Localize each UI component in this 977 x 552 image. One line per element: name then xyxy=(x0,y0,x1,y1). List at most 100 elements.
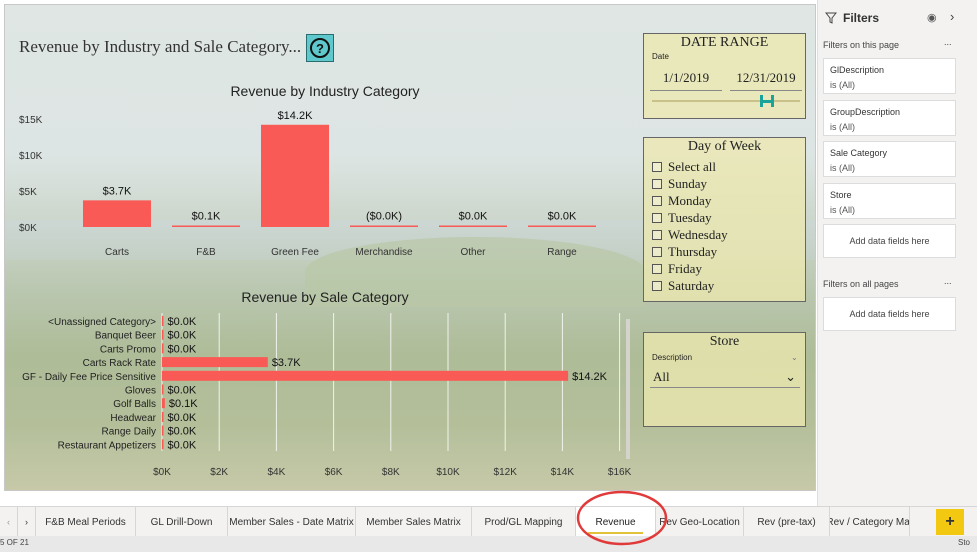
checkbox-icon[interactable] xyxy=(652,161,662,172)
day-of-week-label: Sunday xyxy=(668,175,707,191)
date-label: Date xyxy=(652,52,669,61)
report-canvas: Revenue by Industry and Sale Category...… xyxy=(4,4,816,491)
add-fields-all-pages[interactable]: Add data fields here xyxy=(823,297,956,331)
day-of-week-option[interactable]: Wednesday xyxy=(644,226,728,243)
sale-category-data-label: $0.0K xyxy=(168,316,197,328)
filter-card-value: is (All) xyxy=(830,121,855,132)
add-fields-page[interactable]: Add data fields here xyxy=(823,224,956,258)
eye-icon[interactable]: ◉ xyxy=(927,11,937,24)
sale-category-bar[interactable] xyxy=(162,439,164,450)
chart-scrollbar[interactable] xyxy=(626,319,630,459)
day-of-week-label: Friday xyxy=(668,260,702,276)
filter-card[interactable]: GlDescription is (All) xyxy=(823,58,956,94)
sale-category-bar[interactable] xyxy=(162,343,164,354)
filter-card-name: GlDescription xyxy=(830,65,885,75)
day-of-week-option[interactable]: Select all xyxy=(644,158,728,175)
industry-bar[interactable] xyxy=(83,200,151,227)
day-of-week-slicer: Day of Week Select all Sunday Monday Tuesda… xyxy=(643,137,806,302)
sale-category-data-label: $0.0K xyxy=(168,439,197,451)
industry-bar[interactable] xyxy=(350,225,418,228)
sale-category-bar[interactable] xyxy=(162,370,569,381)
sale-category-bar[interactable] xyxy=(162,425,164,436)
industry-data-label: $0.0K xyxy=(548,211,577,223)
page-tab[interactable]: F&B Meal Periods xyxy=(36,507,136,537)
day-of-week-label: Wednesday xyxy=(668,226,728,242)
end-date-input[interactable]: 12/31/2019 xyxy=(730,66,802,91)
industry-bar[interactable] xyxy=(261,124,329,227)
more-options-icon[interactable]: ... xyxy=(944,276,952,286)
page-tab[interactable]: Member Sales - Date Matrix xyxy=(228,507,356,537)
tab-revenue-active[interactable]: Revenue xyxy=(576,507,656,537)
y-tick-label: $15K xyxy=(19,115,43,126)
day-of-week-label: Monday xyxy=(668,192,712,208)
filter-card[interactable]: Store is (All) xyxy=(823,182,956,219)
industry-category-label: Other xyxy=(460,247,486,258)
filter-card-value: is (All) xyxy=(830,204,855,215)
start-date-input[interactable]: 1/1/2019 xyxy=(650,66,722,91)
industry-category-label: Carts xyxy=(105,247,129,258)
scroll-right-icon[interactable]: › xyxy=(18,507,36,537)
sale-category-bar[interactable] xyxy=(162,411,164,422)
industry-category-label: F&B xyxy=(196,247,216,258)
day-of-week-option[interactable]: Monday xyxy=(644,192,728,209)
page-tab[interactable]: Prod/GL Mapping xyxy=(472,507,576,537)
filters-pane: Filters ◉ › Filters on this page ... GlD… xyxy=(817,0,977,506)
filters-on-page-label: Filters on this page xyxy=(823,40,900,50)
sale-category-label: Range Daily xyxy=(102,427,156,438)
x-tick-label: $0K xyxy=(153,467,171,478)
sale-category-data-label: $0.0K xyxy=(168,385,197,397)
industry-bar[interactable] xyxy=(439,225,507,228)
sale-category-bar[interactable] xyxy=(162,357,268,368)
checkbox-icon[interactable] xyxy=(652,212,662,223)
day-of-week-option[interactable]: Sunday xyxy=(644,175,728,192)
filter-card-name: Sale Category xyxy=(830,148,888,158)
filter-card[interactable]: GroupDescription is (All) xyxy=(823,99,956,136)
sale-category-data-label: $0.0K xyxy=(168,330,197,342)
page-tab[interactable]: GL Drill-Down xyxy=(136,507,228,537)
x-tick-label: $6K xyxy=(325,467,343,478)
x-tick-label: $4K xyxy=(268,467,286,478)
day-of-week-option[interactable]: Thursday xyxy=(644,243,728,260)
day-of-week-label: Select all xyxy=(668,158,717,174)
checkbox-icon[interactable] xyxy=(652,178,662,189)
date-slider-handle[interactable] xyxy=(760,95,774,107)
page-tab-bar: ‹ › F&B Meal Periods GL Drill-Down Member … xyxy=(0,506,977,537)
industry-bar[interactable] xyxy=(172,225,240,228)
page-tab[interactable]: Rev Geo-Location xyxy=(656,507,744,537)
page-tab[interactable]: Rev / Category Mat xyxy=(830,507,910,537)
filter-icon xyxy=(825,12,837,24)
date-range-slicer[interactable]: DATE RANGE Date 1/1/2019 12/31/2019 xyxy=(643,33,806,119)
chevron-right-icon[interactable]: › xyxy=(950,9,954,24)
help-button[interactable]: ? xyxy=(306,34,334,62)
checkbox-icon[interactable] xyxy=(652,280,662,291)
more-options-icon[interactable]: ... xyxy=(944,37,952,47)
filters-all-pages-label: Filters on all pages xyxy=(823,279,899,289)
sale-category-bar[interactable] xyxy=(162,398,165,409)
checkbox-icon[interactable] xyxy=(652,246,662,257)
day-of-week-option[interactable]: Tuesday xyxy=(644,209,728,226)
checkbox-icon[interactable] xyxy=(652,229,662,240)
sale-category-data-label: $14.2K xyxy=(572,371,608,383)
day-of-week-option[interactable]: Friday xyxy=(644,260,728,277)
status-bar: 5 OF 21 Sto xyxy=(0,536,977,552)
sale-category-data-label: $0.0K xyxy=(168,343,197,355)
sale-category-bar[interactable] xyxy=(162,329,164,340)
x-tick-label: $2K xyxy=(210,467,228,478)
store-dropdown[interactable]: All ⌄ xyxy=(650,367,800,388)
add-page-button[interactable]: + xyxy=(936,509,964,535)
checkbox-icon[interactable] xyxy=(652,195,662,206)
industry-bar[interactable] xyxy=(528,225,596,228)
sale-category-bar[interactable] xyxy=(162,316,164,326)
industry-data-label: $0.0K xyxy=(459,211,488,223)
sale-category-data-label: $0.0K xyxy=(168,426,197,438)
scroll-left-icon[interactable]: ‹ xyxy=(0,507,18,537)
checkbox-icon[interactable] xyxy=(652,263,662,274)
day-of-week-option[interactable]: Saturday xyxy=(644,277,728,294)
filter-card-value: is (All) xyxy=(830,163,855,173)
sale-category-bar[interactable] xyxy=(162,384,164,395)
page-tab[interactable]: Rev (pre-tax) xyxy=(744,507,830,537)
status-right: Sto xyxy=(958,538,971,547)
filter-card[interactable]: Sale Category is (All) xyxy=(823,141,956,177)
sale-category-data-label: $3.7K xyxy=(272,357,301,369)
page-tab[interactable]: Member Sales Matrix xyxy=(356,507,472,537)
